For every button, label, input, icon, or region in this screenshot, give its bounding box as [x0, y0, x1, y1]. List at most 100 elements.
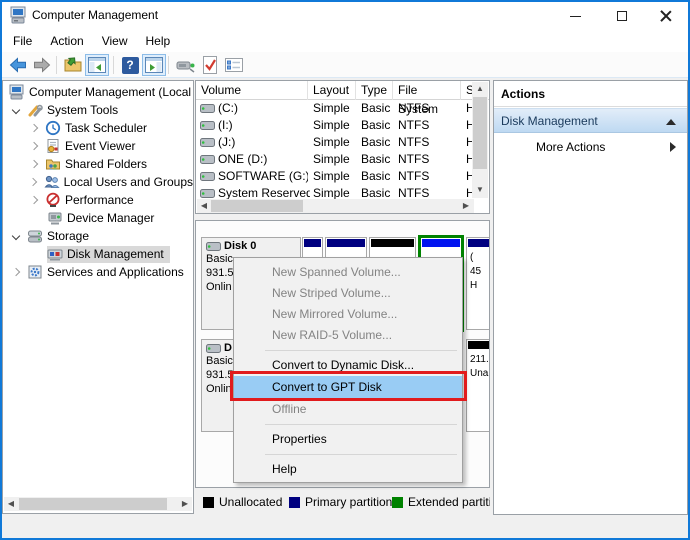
forward-icon: [32, 55, 52, 75]
menu-item-new-spanned-volume[interactable]: New Spanned Volume...: [234, 262, 462, 283]
forward-button[interactable]: [30, 54, 54, 76]
tree-item-label: Performance: [65, 193, 134, 207]
volume-list-header: Volume Layout Type File System S: [196, 81, 489, 100]
disk1-unallocated-region[interactable]: 211. Una: [466, 339, 490, 432]
column-header-file-system[interactable]: File System: [393, 81, 461, 100]
tree-item-shared-folders[interactable]: Shared Folders: [3, 155, 193, 173]
menu-view[interactable]: View: [93, 31, 137, 51]
actions-panel: Actions Disk Management More Actions: [493, 80, 688, 515]
shared-folders-icon: [45, 156, 61, 172]
more-actions-item[interactable]: More Actions: [494, 135, 687, 159]
chevron-down-icon[interactable]: [12, 106, 20, 114]
checklist-button[interactable]: [222, 54, 246, 76]
column-header-layout[interactable]: Layout: [308, 81, 356, 100]
chevron-right-icon[interactable]: [30, 160, 38, 168]
menu-bar: File Action View Help: [0, 30, 690, 52]
tree-item-label: Device Manager: [67, 211, 154, 225]
tree-item-storage[interactable]: Storage: [3, 227, 193, 245]
chevron-right-icon[interactable]: [12, 268, 20, 276]
scroll-down-icon[interactable]: ▼: [473, 183, 487, 197]
menu-item-help[interactable]: Help: [234, 459, 462, 480]
column-header-type[interactable]: Type: [356, 81, 393, 100]
volume-icon: [200, 155, 215, 164]
task-scheduler-icon: [45, 120, 61, 136]
maximize-button[interactable]: [599, 2, 644, 30]
partition-color-bar: [327, 239, 365, 247]
volume-icon: [200, 138, 215, 147]
chevron-right-icon[interactable]: [29, 178, 37, 186]
scroll-right-icon[interactable]: ▶: [459, 199, 473, 213]
close-icon: [660, 10, 672, 22]
tree-item-task-scheduler[interactable]: Task Scheduler: [3, 119, 193, 137]
partition-text-line: 211.: [470, 353, 489, 367]
menu-item-new-raid5-volume[interactable]: New RAID-5 Volume...: [234, 325, 462, 346]
chevron-right-icon[interactable]: [30, 196, 38, 204]
chevron-down-icon[interactable]: [12, 232, 20, 240]
extended-partition-swatch: [392, 497, 403, 508]
scrollbar-thumb[interactable]: [473, 97, 487, 169]
partition-text-line: (: [470, 251, 489, 265]
tree-item-performance[interactable]: Performance: [3, 191, 193, 209]
tree-item-computer-management[interactable]: Computer Management (Local: [3, 83, 193, 101]
menu-action[interactable]: Action: [41, 31, 92, 51]
event-viewer-icon: [45, 138, 61, 154]
minimize-icon: [570, 16, 581, 17]
volume-icon: [200, 121, 215, 130]
scrollbar-thumb[interactable]: [211, 200, 303, 212]
tree-item-system-tools[interactable]: System Tools: [3, 101, 193, 119]
column-header-volume[interactable]: Volume: [196, 81, 308, 100]
device-manager-icon: [47, 210, 63, 226]
partition-color-bar: [468, 341, 490, 349]
actions-disk-management-section[interactable]: Disk Management: [494, 108, 687, 133]
volume-list-panel: Volume Layout Type File System S (C:) Si…: [195, 80, 490, 214]
remote-computer-button[interactable]: [174, 54, 198, 76]
show-action-pane-button[interactable]: [142, 54, 166, 76]
menu-item-offline[interactable]: Offline: [234, 399, 462, 420]
tree-item-label: Shared Folders: [65, 157, 147, 171]
volume-list-horizontal-scrollbar[interactable]: ◀ ▶: [197, 199, 474, 213]
help-button[interactable]: ?: [118, 54, 142, 76]
collapse-icon[interactable]: [666, 119, 676, 125]
cell-layout: Simple: [313, 134, 358, 151]
menu-item-properties[interactable]: Properties: [234, 429, 462, 450]
tree-item-event-viewer[interactable]: Event Viewer: [3, 137, 193, 155]
back-button[interactable]: [6, 54, 30, 76]
scroll-left-icon[interactable]: ◀: [4, 497, 18, 511]
volume-row[interactable]: SOFTWARE (G:) Simple Basic NTFS H: [196, 168, 474, 185]
disk0-partition-5[interactable]: ( 45 H: [466, 237, 490, 330]
tree-horizontal-scrollbar[interactable]: ◀ ▶: [4, 497, 192, 511]
volume-row[interactable]: (I:) Simple Basic NTFS H: [196, 117, 474, 134]
chevron-right-icon[interactable]: [30, 124, 38, 132]
export-list-button[interactable]: [61, 54, 85, 76]
menu-separator: [234, 420, 462, 429]
scroll-left-icon[interactable]: ◀: [197, 199, 211, 213]
menu-help[interactable]: Help: [137, 31, 180, 51]
title-bar[interactable]: Computer Management: [0, 0, 690, 30]
check-document-icon: [201, 55, 219, 75]
menu-separator: [234, 346, 462, 355]
tree-item-services-and-applications[interactable]: Services and Applications: [3, 263, 193, 281]
close-button[interactable]: [643, 2, 688, 30]
scroll-up-icon[interactable]: ▲: [473, 82, 487, 96]
tree-item-disk-management[interactable]: Disk Management: [3, 245, 193, 263]
volume-list-vertical-scrollbar[interactable]: ▲ ▼: [472, 82, 488, 198]
tree-item-device-manager[interactable]: Device Manager: [3, 209, 193, 227]
volume-row[interactable]: (C:) Simple Basic NTFS H: [196, 100, 474, 117]
minimize-button[interactable]: [553, 2, 598, 30]
menu-item-new-mirrored-volume[interactable]: New Mirrored Volume...: [234, 304, 462, 325]
legend-label: Unallocated: [219, 495, 282, 509]
selected-item-highlight: Disk Management: [47, 246, 170, 263]
chevron-right-icon[interactable]: [30, 142, 38, 150]
scroll-right-icon[interactable]: ▶: [178, 497, 192, 511]
show-console-tree-button[interactable]: [85, 54, 109, 76]
menu-item-new-striped-volume[interactable]: New Striped Volume...: [234, 283, 462, 304]
menu-file[interactable]: File: [4, 31, 41, 51]
volume-row[interactable]: (J:) Simple Basic NTFS H: [196, 134, 474, 151]
scrollbar-thumb[interactable]: [19, 498, 167, 510]
check-document-button[interactable]: [198, 54, 222, 76]
show-console-tree-icon: [88, 57, 106, 73]
tree-item-local-users-and-groups[interactable]: Local Users and Groups: [3, 173, 193, 191]
volume-row[interactable]: ONE (D:) Simple Basic NTFS H: [196, 151, 474, 168]
toolbar: ?: [0, 52, 690, 78]
cell-layout: Simple: [313, 151, 358, 168]
